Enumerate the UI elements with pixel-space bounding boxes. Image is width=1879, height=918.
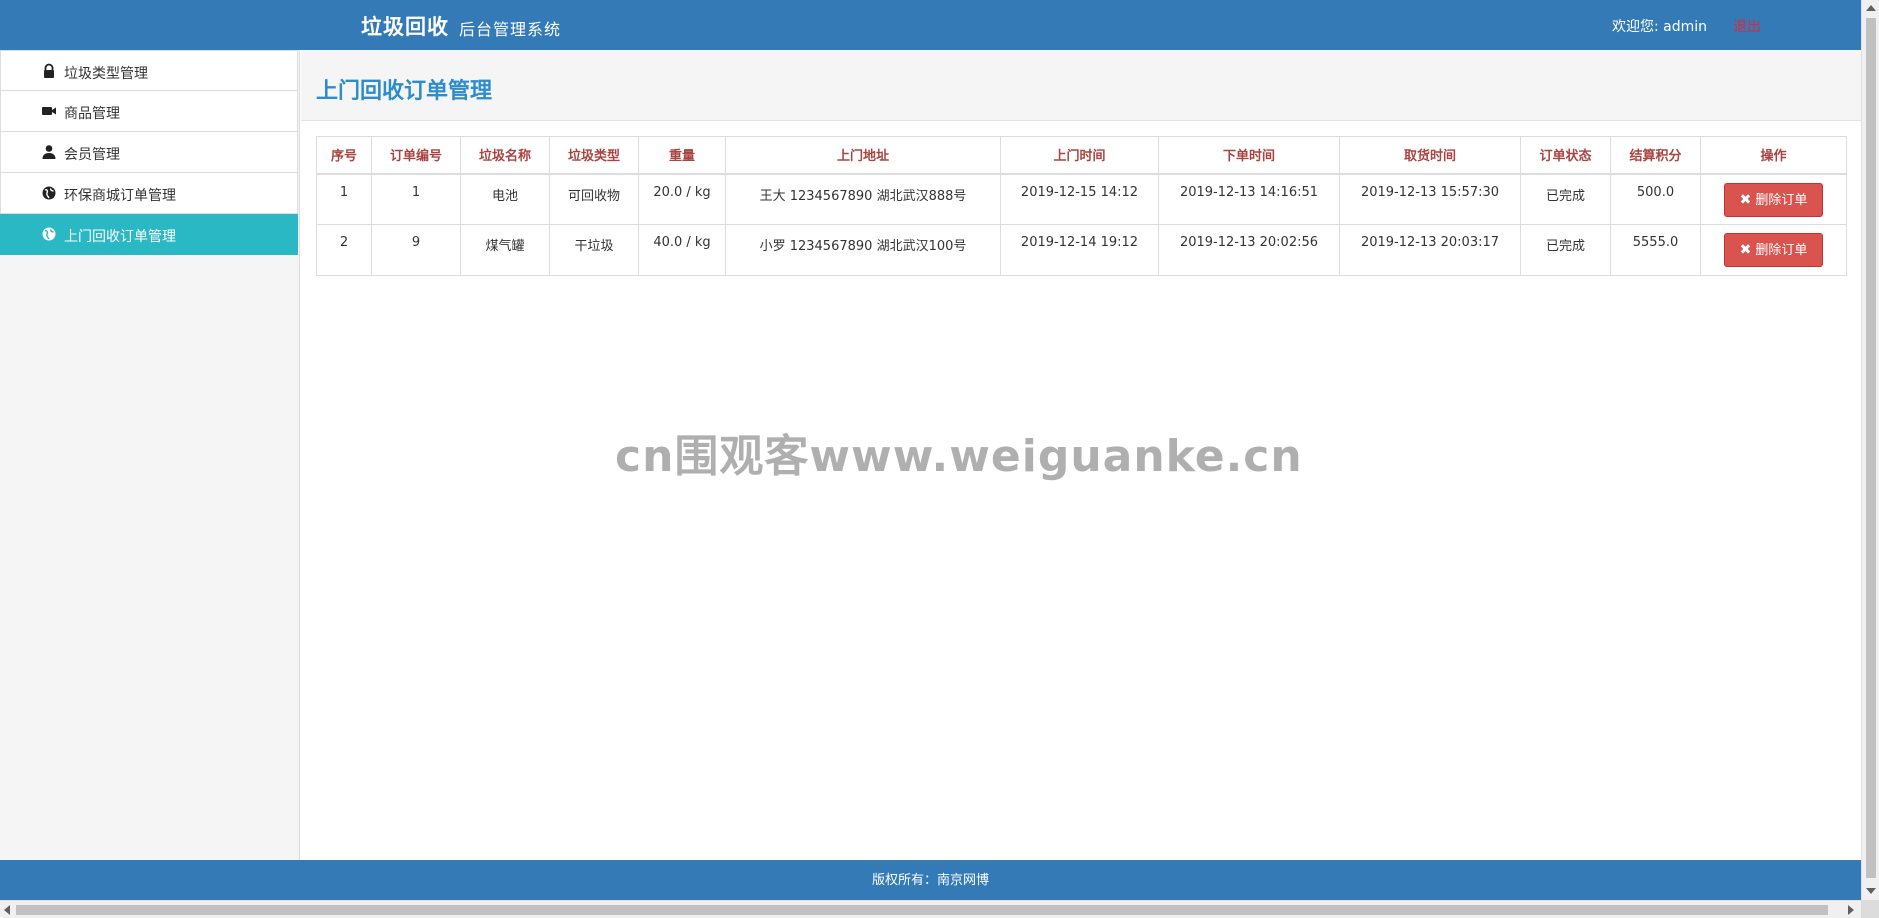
delete-order-button[interactable]: ✖ 删除订单 — [1724, 233, 1823, 267]
cell-garbage-name: 电池 — [460, 173, 550, 225]
column-header: 重量 — [638, 136, 726, 175]
cell-actions: ✖ 删除订单 — [1700, 173, 1847, 225]
table-row: 2 9 煤气罐 干垃圾 40.0 / kg 小罗 1234567890 湖北武汉… — [316, 224, 1847, 276]
scrollbar-corner — [1861, 900, 1879, 918]
column-header: 取货时间 — [1339, 136, 1521, 175]
lock-icon — [41, 63, 57, 79]
sidebar-item-products[interactable]: 商品管理 — [0, 91, 298, 132]
column-header: 垃圾类型 — [549, 136, 639, 175]
cell-weight: 40.0 / kg — [638, 224, 726, 276]
cell-visit-time: 2019-12-15 14:12 — [1000, 173, 1159, 225]
sidebar: 垃圾类型管理 商品管理 会员管理 环保商城订单管理 上门回收订单管理 — [0, 50, 300, 860]
cell-weight: 20.0 / kg — [638, 173, 726, 225]
page-title: 上门回收订单管理 — [316, 79, 493, 104]
cell-status: 已完成 — [1520, 224, 1611, 276]
globe-icon — [41, 185, 57, 201]
close-icon: ✖ — [1739, 242, 1752, 258]
cell-order-no: 1 — [371, 173, 461, 225]
scroll-up-arrow-icon[interactable] — [1866, 5, 1876, 11]
watermark: cn围观客www.weiguanke.cn — [615, 431, 1303, 482]
cell-order-no: 9 — [371, 224, 461, 276]
user-icon — [41, 144, 57, 160]
cell-visit-time: 2019-12-14 19:12 — [1000, 224, 1159, 276]
cell-order-time: 2019-12-13 20:02:56 — [1158, 224, 1340, 276]
cell-pickup-time: 2019-12-13 20:03:17 — [1339, 224, 1521, 276]
cell-order-time: 2019-12-13 14:16:51 — [1158, 173, 1340, 225]
sidebar-item-members[interactable]: 会员管理 — [0, 132, 298, 173]
column-header: 序号 — [316, 136, 372, 175]
horizontal-scroll-thumb[interactable] — [16, 905, 1828, 915]
cell-address: 小罗 1234567890 湖北武汉100号 — [725, 224, 1001, 276]
column-header: 下单时间 — [1158, 136, 1340, 175]
page-header: 上门回收订单管理 — [301, 50, 1861, 121]
vertical-scroll-thumb[interactable] — [1866, 18, 1876, 878]
scroll-left-arrow-icon[interactable] — [4, 905, 10, 915]
delete-order-label: 删除订单 — [1755, 192, 1808, 208]
app-window: 垃圾回收 后台管理系统 欢迎您: admin 退出 垃圾类型管理 商品管理 会员… — [0, 0, 1879, 918]
cell-garbage-type: 干垃圾 — [549, 224, 639, 276]
cell-actions: ✖ 删除订单 — [1700, 224, 1847, 276]
footer: 版权所有：南京网博 — [0, 860, 1861, 901]
scroll-down-arrow-icon[interactable] — [1866, 888, 1876, 894]
cell-points: 5555.0 — [1610, 224, 1701, 276]
copyright-text: 版权所有：南京网博 — [871, 873, 989, 888]
sidebar-item-pickup-orders[interactable]: 上门回收订单管理 — [0, 214, 298, 255]
brand-title: 垃圾回收 — [361, 15, 449, 39]
cell-pickup-time: 2019-12-13 15:57:30 — [1339, 173, 1521, 225]
delete-order-button[interactable]: ✖ 删除订单 — [1724, 182, 1823, 217]
cell-points: 500.0 — [1610, 173, 1701, 225]
table-row: 1 1 电池 可回收物 20.0 / kg 王大 1234567890 湖北武汉… — [316, 173, 1847, 225]
delete-order-label: 删除订单 — [1755, 243, 1808, 258]
orders-table-container: 序号 订单编号 垃圾名称 垃圾类型 重量 上门地址 上门时间 下单时间 取货时间… — [316, 136, 1847, 276]
cell-index: 2 — [316, 224, 372, 276]
sidebar-item-mall-orders[interactable]: 环保商城订单管理 — [0, 173, 298, 214]
cell-status: 已完成 — [1520, 173, 1611, 225]
globe-icon — [41, 226, 57, 242]
column-header: 上门时间 — [1000, 136, 1159, 175]
top-header: 垃圾回收 后台管理系统 欢迎您: admin 退出 — [0, 0, 1861, 50]
table-header-row: 序号 订单编号 垃圾名称 垃圾类型 重量 上门地址 上门时间 下单时间 取货时间… — [316, 136, 1847, 175]
cell-address: 王大 1234567890 湖北武汉888号 — [725, 173, 1001, 225]
cell-garbage-type: 可回收物 — [549, 173, 639, 225]
column-header: 操作 — [1700, 136, 1847, 175]
welcome-text: 欢迎您: admin — [1612, 19, 1708, 35]
video-camera-icon — [41, 103, 57, 119]
cell-index: 1 — [316, 173, 372, 225]
sidebar-item-garbage-types[interactable]: 垃圾类型管理 — [0, 50, 298, 91]
horizontal-scrollbar[interactable] — [0, 900, 1861, 918]
close-icon: ✖ — [1739, 191, 1752, 208]
column-header: 订单状态 — [1520, 136, 1611, 175]
column-header: 上门地址 — [725, 136, 1001, 175]
scroll-right-arrow-icon[interactable] — [1848, 905, 1854, 915]
sidebar-item-label: 垃圾类型管理 — [64, 66, 148, 82]
column-header: 订单编号 — [371, 136, 461, 175]
sidebar-item-label: 商品管理 — [64, 106, 120, 122]
sidebar-item-label: 上门回收订单管理 — [64, 229, 176, 245]
brand-subtitle: 后台管理系统 — [459, 20, 562, 39]
column-header: 垃圾名称 — [460, 136, 550, 175]
column-header: 结算积分 — [1610, 136, 1701, 175]
sidebar-item-label: 环保商城订单管理 — [64, 188, 176, 204]
logout-link[interactable]: 退出 — [1733, 16, 1761, 36]
sidebar-item-label: 会员管理 — [64, 147, 120, 163]
vertical-scrollbar[interactable] — [1861, 0, 1879, 900]
cell-garbage-name: 煤气罐 — [460, 224, 550, 276]
orders-table: 序号 订单编号 垃圾名称 垃圾类型 重量 上门地址 上门时间 下单时间 取货时间… — [316, 136, 1847, 276]
